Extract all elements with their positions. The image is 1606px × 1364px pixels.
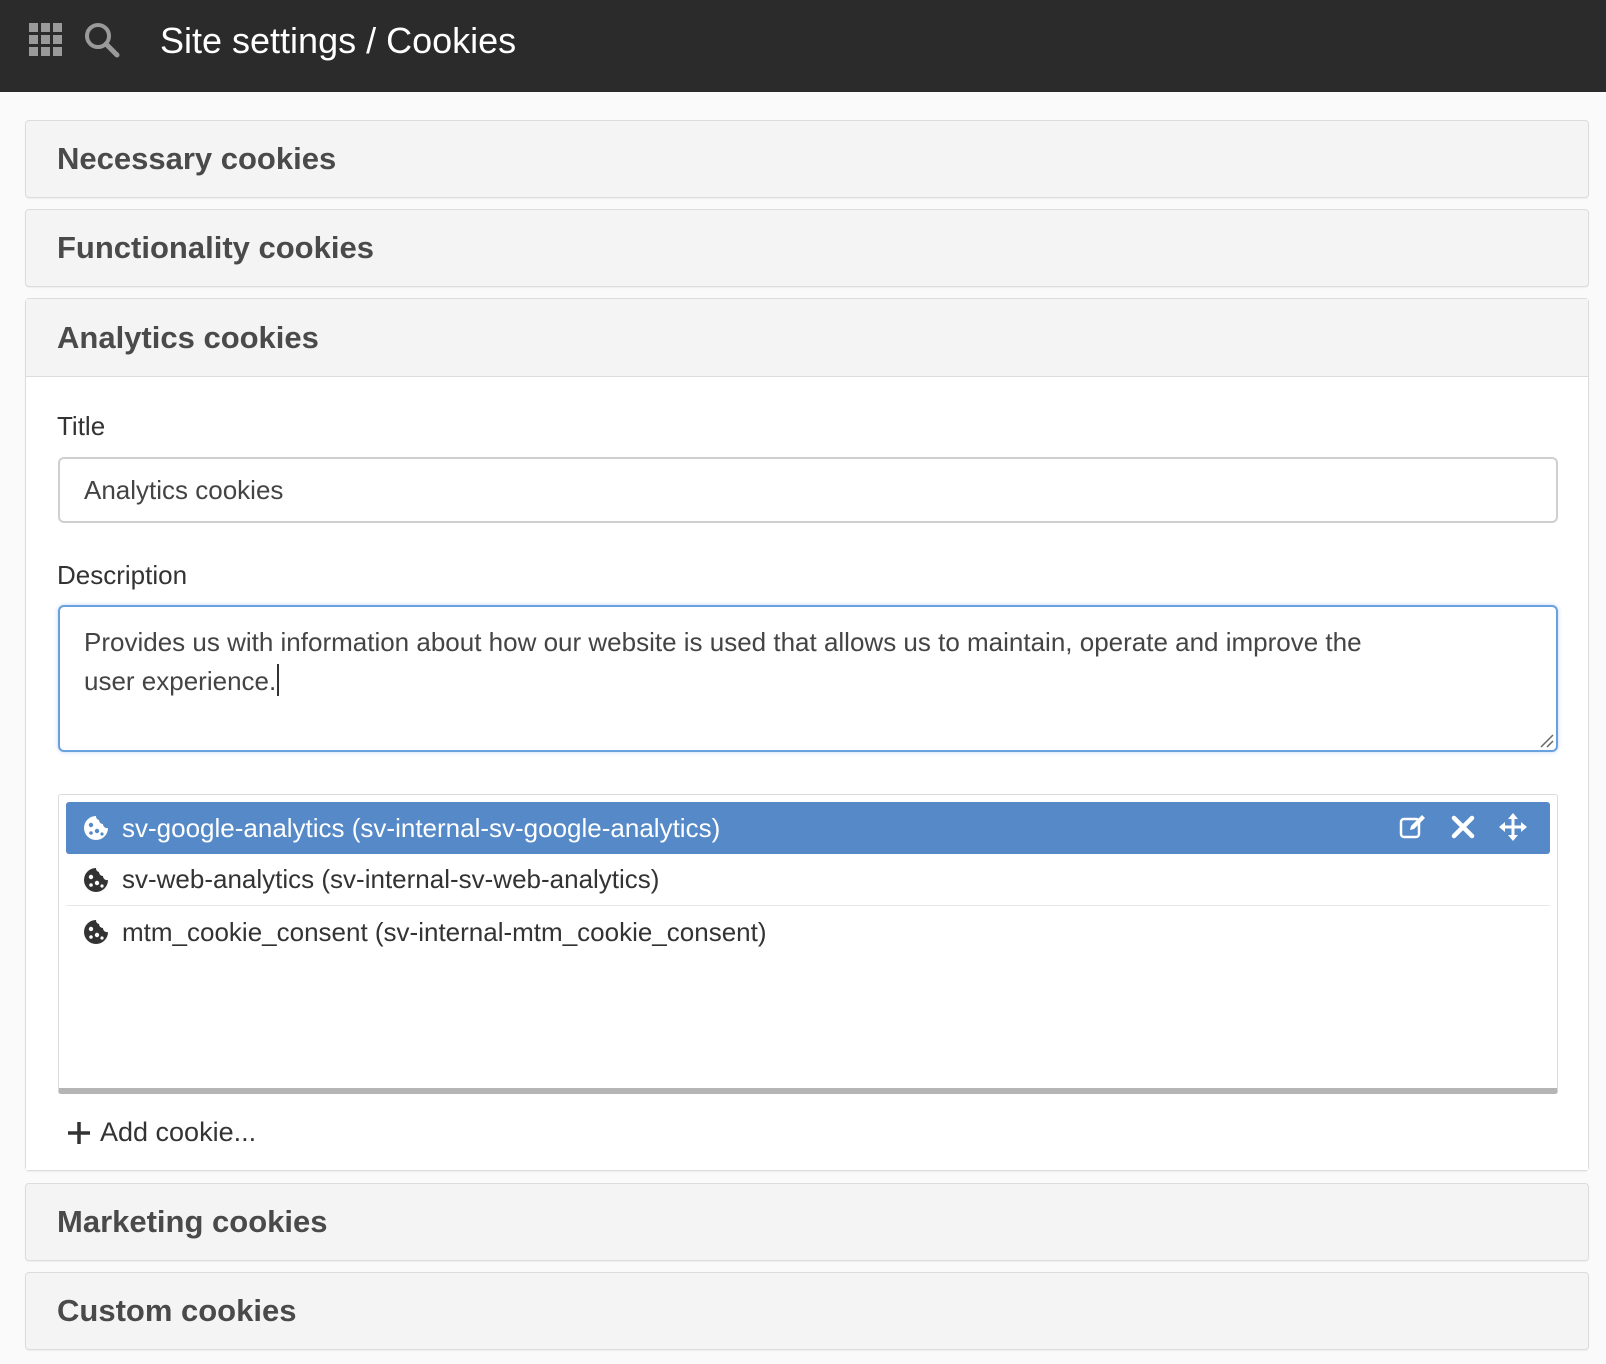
cookie-icon <box>84 867 108 892</box>
add-cookie-label: Add cookie... <box>100 1117 257 1147</box>
edit-icon[interactable] <box>1398 812 1428 842</box>
cookie-label: sv-web-analytics (sv-internal-sv-web-ana… <box>122 864 660 894</box>
panel-necessary-cookies[interactable]: Necessary cookies <box>25 120 1589 198</box>
add-cookie-button[interactable]: Add cookie... <box>66 1117 256 1148</box>
cookie-list: sv-google-analytics (sv-internal-sv-goog… <box>58 794 1558 1094</box>
panel-marketing-cookies[interactable]: Marketing cookies <box>25 1183 1589 1261</box>
plus-icon <box>68 1121 90 1144</box>
cookie-list-item[interactable]: mtm_cookie_consent (sv-internal-mtm_cook… <box>66 906 1550 958</box>
cookie-icon <box>84 920 108 944</box>
panel-heading[interactable]: Custom cookies <box>26 1273 1588 1349</box>
description-line: Provides us with information about how o… <box>84 627 1362 657</box>
panel-heading[interactable]: Functionality cookies <box>26 210 1588 286</box>
panel-analytics-cookies: Analytics cookies Title Analytics cookie… <box>25 298 1589 1171</box>
item-actions <box>1398 812 1528 842</box>
description-label: Description <box>57 560 188 590</box>
description-line: user experience. <box>84 662 1532 701</box>
cookie-label: mtm_cookie_consent (sv-internal-mtm_cook… <box>122 916 767 947</box>
move-icon[interactable] <box>1498 812 1528 842</box>
panel-heading[interactable]: Necessary cookies <box>26 121 1588 197</box>
cookie-icon <box>84 816 108 840</box>
remove-icon[interactable] <box>1448 812 1478 842</box>
title-label: Title <box>57 411 106 441</box>
cookie-label: sv-google-analytics (sv-internal-sv-goog… <box>122 812 721 843</box>
title-input[interactable]: Analytics cookies <box>58 457 1558 523</box>
description-textarea[interactable]: Provides us with information about how o… <box>58 605 1558 752</box>
panel-heading[interactable]: Marketing cookies <box>26 1184 1588 1260</box>
panel-custom-cookies[interactable]: Custom cookies <box>25 1272 1589 1350</box>
panel-functionality-cookies[interactable]: Functionality cookies <box>25 209 1589 287</box>
text-caret <box>277 664 280 696</box>
cookie-list-item[interactable]: sv-google-analytics (sv-internal-sv-goog… <box>66 802 1550 854</box>
breadcrumb: Site settings / Cookies <box>160 20 517 61</box>
search-icon[interactable] <box>82 20 122 60</box>
apps-grid-icon[interactable] <box>29 23 63 57</box>
panel-heading[interactable]: Analytics cookies <box>26 299 1588 377</box>
cookie-list-item[interactable]: sv-web-analytics (sv-internal-sv-web-ana… <box>66 854 1550 906</box>
resize-grip-icon[interactable] <box>1538 732 1554 748</box>
panel-body: Title Analytics cookies Description Prov… <box>26 377 1588 1170</box>
top-bar: Site settings / Cookies <box>0 0 1606 92</box>
